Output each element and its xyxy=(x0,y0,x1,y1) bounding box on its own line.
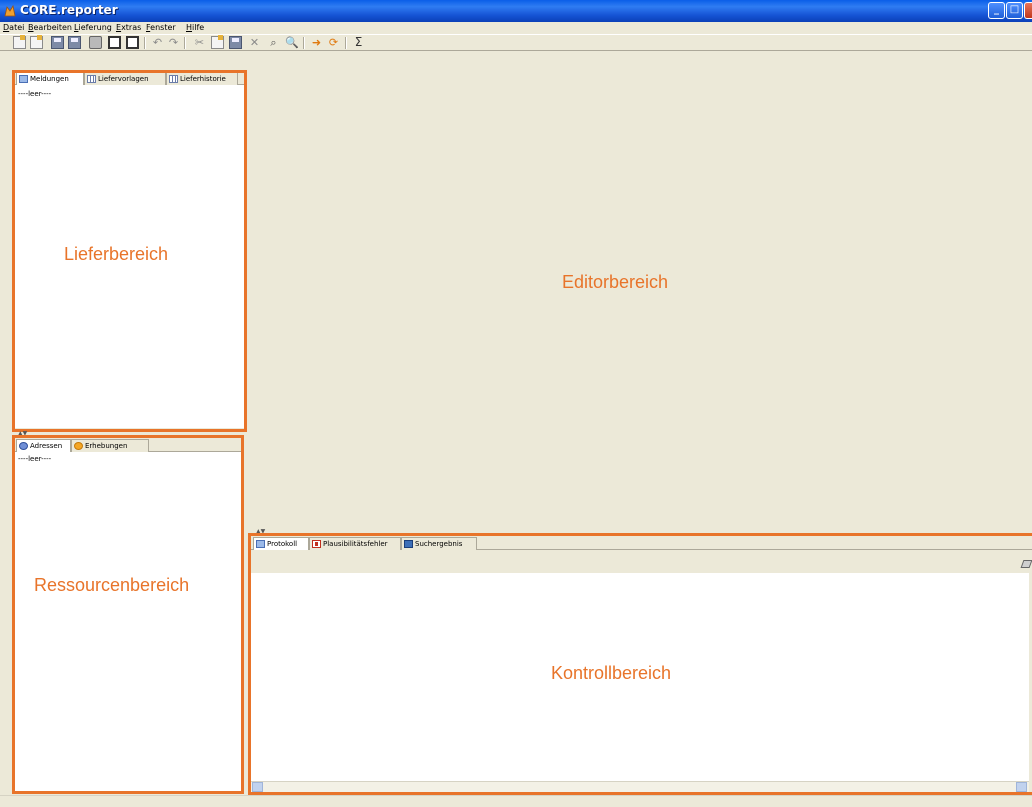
toolbar: ↶ ↷ ✂ ✕ ⌕ 🔍 ➜ ⟳ Σ xyxy=(0,34,1032,51)
screenshot-icon[interactable] xyxy=(108,36,121,49)
toolbar-separator xyxy=(144,37,146,49)
redo-icon[interactable]: ↷ xyxy=(167,36,180,49)
close-button[interactable] xyxy=(1024,2,1032,19)
menu-lieferung[interactable]: Lieferung xyxy=(74,22,112,34)
cut-icon[interactable]: ✂ xyxy=(193,36,206,49)
status-bar xyxy=(0,795,1032,807)
delete-icon[interactable]: ✕ xyxy=(248,36,261,49)
toolbar-separator xyxy=(345,37,347,49)
title-bar: CORE.reporter _ □ xyxy=(0,0,1032,22)
toolbar-separator xyxy=(184,37,186,49)
zoom-icon[interactable]: 🔍 xyxy=(285,36,299,49)
menu-hilfe[interactable]: Hilfe xyxy=(186,22,204,34)
editorbereich-area: Editorbereich xyxy=(248,70,1032,532)
kontrollbereich-highlight xyxy=(248,533,1032,795)
menu-extras[interactable]: Extras xyxy=(116,22,141,34)
sum-icon[interactable]: Σ xyxy=(352,36,365,49)
screenshot-all-icon[interactable] xyxy=(126,36,139,49)
undo-icon[interactable]: ↶ xyxy=(151,36,164,49)
paste-icon[interactable] xyxy=(229,36,242,49)
window-title: CORE.reporter xyxy=(20,3,118,17)
maximize-button[interactable]: □ xyxy=(1006,2,1023,19)
app-icon xyxy=(4,4,16,17)
arrow-forward-icon[interactable]: ➜ xyxy=(310,36,323,49)
print-icon[interactable] xyxy=(89,36,102,49)
refresh-icon[interactable]: ⟳ xyxy=(327,36,340,49)
menu-bearbeiten[interactable]: Bearbeiten xyxy=(28,22,72,34)
menu-fenster[interactable]: Fenster xyxy=(146,22,176,34)
find-icon[interactable]: ⌕ xyxy=(267,36,280,49)
editorbereich-label: Editorbereich xyxy=(562,272,669,292)
toolbar-separator xyxy=(303,37,305,49)
new-delivery-icon[interactable] xyxy=(30,35,43,49)
copy-icon[interactable] xyxy=(211,35,224,49)
save-all-icon[interactable] xyxy=(68,36,81,49)
menu-bar: Datei Bearbeiten Lieferung Extras Fenste… xyxy=(0,22,1032,34)
menu-datei[interactable]: Datei xyxy=(3,22,24,34)
minimize-button[interactable]: _ xyxy=(988,2,1005,19)
lieferbereich-highlight xyxy=(12,70,247,432)
save-icon[interactable] xyxy=(51,36,64,49)
ressourcenbereich-highlight xyxy=(12,435,244,794)
new-document-icon[interactable] xyxy=(13,35,26,49)
